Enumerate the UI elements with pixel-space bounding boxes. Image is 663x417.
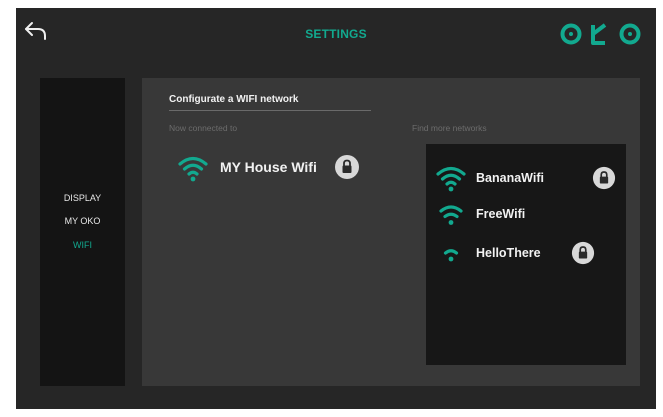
lock-icon bbox=[592, 166, 616, 190]
available-networks-list: BananaWifi FreeWifi HelloThere bbox=[426, 144, 626, 365]
network-item-freewifi[interactable]: FreeWifi bbox=[426, 201, 626, 229]
wifi-signal-3-icon bbox=[436, 166, 466, 192]
oko-logo-mark bbox=[560, 23, 641, 45]
wifi-panel: Configurate a WIFI network Now connected… bbox=[142, 78, 640, 386]
sidebar-item-display[interactable]: DISPLAY bbox=[40, 193, 125, 203]
wifi-signal-2-icon bbox=[439, 205, 463, 225]
network-name: BananaWifi bbox=[476, 171, 544, 185]
find-networks-label: Find more networks bbox=[412, 123, 487, 133]
oko-logo bbox=[560, 20, 644, 48]
connected-label: Now connected to bbox=[169, 123, 238, 133]
section-title: Configurate a WIFI network bbox=[169, 94, 299, 105]
section-divider bbox=[169, 110, 371, 111]
lock-icon bbox=[335, 155, 359, 179]
settings-sidebar: DISPLAY MY OKO WIFI bbox=[40, 78, 125, 386]
wifi-signal-1-icon bbox=[443, 249, 459, 262]
lock-icon bbox=[571, 241, 595, 265]
network-name: HelloThere bbox=[476, 246, 541, 260]
connected-network-name: MY House Wifi bbox=[220, 159, 317, 175]
wifi-signal-3-icon bbox=[178, 156, 208, 182]
network-name: FreeWifi bbox=[476, 207, 526, 221]
sidebar-item-my-oko[interactable]: MY OKO bbox=[40, 216, 125, 226]
sidebar-item-wifi[interactable]: WIFI bbox=[40, 240, 125, 250]
settings-screen: SETTINGS DISPLAY MY OKO WIFI Configurate… bbox=[16, 8, 656, 409]
network-item-hellothere[interactable]: HelloThere bbox=[426, 240, 626, 268]
network-item-bananawifi[interactable]: BananaWifi bbox=[426, 164, 626, 192]
